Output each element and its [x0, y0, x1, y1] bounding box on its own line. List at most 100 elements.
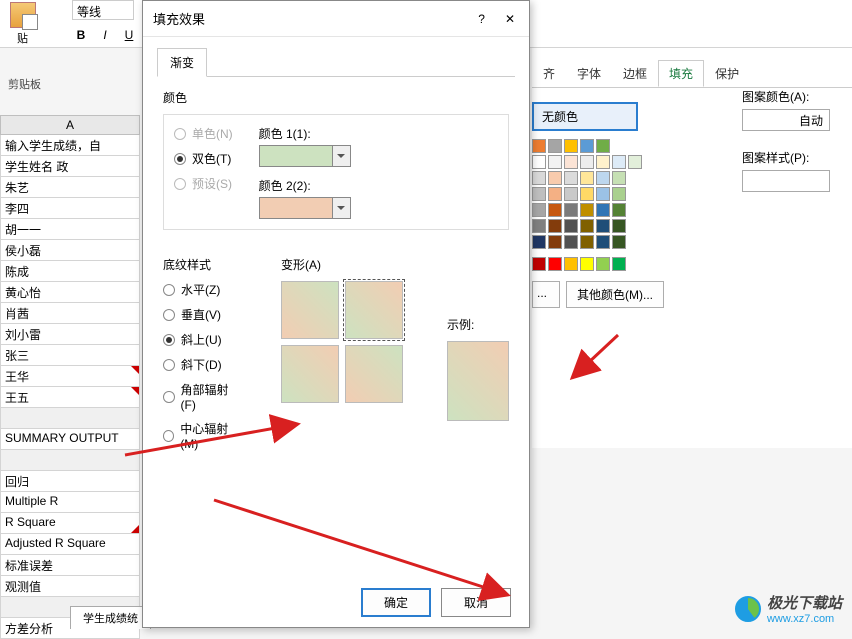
cell[interactable]: 学生姓名 政 — [0, 156, 140, 177]
cell[interactable]: 肖茜 — [0, 303, 140, 324]
color-swatch[interactable] — [596, 257, 610, 271]
color-swatch[interactable] — [580, 187, 594, 201]
color-swatch[interactable] — [612, 187, 626, 201]
cell[interactable]: 李四 — [0, 198, 140, 219]
color-swatch[interactable] — [612, 235, 626, 249]
help-button[interactable]: ? — [474, 12, 489, 26]
color-swatch[interactable] — [612, 155, 626, 169]
cell[interactable]: 侯小磊 — [0, 240, 140, 261]
color-swatch[interactable] — [580, 203, 594, 217]
color-swatch[interactable] — [580, 155, 594, 169]
color-swatch[interactable] — [564, 219, 578, 233]
cell[interactable]: 输入学生成绩，自 — [0, 135, 140, 156]
color-swatch[interactable] — [612, 171, 626, 185]
color-swatch[interactable] — [596, 219, 610, 233]
cell[interactable]: 张三 — [0, 345, 140, 366]
variant-1[interactable] — [281, 281, 339, 339]
color-swatch[interactable] — [548, 203, 562, 217]
sheet-tab[interactable]: 学生成绩统 — [70, 606, 151, 629]
gradient-tab[interactable]: 渐变 — [157, 48, 207, 77]
color-swatch[interactable] — [596, 203, 610, 217]
other-colors-button[interactable]: 其他颜色(M)... — [566, 281, 664, 308]
color-swatch[interactable] — [564, 257, 578, 271]
color-swatch[interactable] — [532, 187, 546, 201]
color-swatch[interactable] — [532, 257, 546, 271]
color-swatch[interactable] — [564, 155, 578, 169]
radio-diagonal-up[interactable]: 斜上(U) — [163, 331, 241, 348]
radio-from-corner[interactable]: 角部辐射(F) — [163, 381, 241, 412]
pattern-color-combo[interactable]: 自动 — [742, 109, 830, 131]
color-swatch[interactable] — [580, 171, 594, 185]
color1-combo[interactable] — [259, 145, 351, 167]
cell[interactable] — [0, 450, 140, 471]
color-swatch[interactable] — [580, 235, 594, 249]
cell[interactable]: 观测值 — [0, 576, 140, 597]
variant-2[interactable] — [345, 281, 403, 339]
cell[interactable] — [0, 408, 140, 429]
italic-button[interactable]: I — [96, 26, 114, 44]
color-swatch[interactable] — [532, 155, 546, 169]
cell[interactable]: 刘小雷 — [0, 324, 140, 345]
cell[interactable]: Multiple R — [0, 492, 140, 513]
color-swatch[interactable] — [548, 155, 562, 169]
color-swatch[interactable] — [548, 139, 562, 153]
pattern-style-combo[interactable] — [742, 170, 830, 192]
color-swatch[interactable] — [532, 235, 546, 249]
format-tab-填充[interactable]: 填充 — [658, 60, 704, 87]
color-swatch[interactable] — [548, 257, 562, 271]
color-swatch[interactable] — [548, 219, 562, 233]
format-tab-齐[interactable]: 齐 — [532, 60, 566, 87]
no-color-option[interactable]: 无颜色 — [532, 102, 638, 131]
color-swatch[interactable] — [564, 235, 578, 249]
color-swatch[interactable] — [612, 219, 626, 233]
cell[interactable]: SUMMARY OUTPUT — [0, 429, 140, 450]
font-name-combo[interactable]: 等线 — [72, 0, 134, 20]
variant-3[interactable] — [281, 345, 339, 403]
radio-vertical[interactable]: 垂直(V) — [163, 306, 241, 323]
bold-button[interactable]: B — [72, 26, 90, 44]
color-swatch[interactable] — [596, 171, 610, 185]
cell[interactable]: 回归 — [0, 471, 140, 492]
radio-horizontal[interactable]: 水平(Z) — [163, 281, 241, 298]
color-swatch[interactable] — [532, 171, 546, 185]
color-swatch[interactable] — [548, 171, 562, 185]
column-header-a[interactable]: A — [0, 115, 140, 135]
cell[interactable]: R Square — [0, 513, 140, 534]
color-swatch[interactable] — [596, 235, 610, 249]
color-swatch[interactable] — [612, 257, 626, 271]
color-swatch[interactable] — [612, 203, 626, 217]
cell[interactable]: 王华 — [0, 366, 140, 387]
color-swatch[interactable] — [548, 187, 562, 201]
color-swatch[interactable] — [596, 187, 610, 201]
cell[interactable]: 王五 — [0, 387, 140, 408]
ok-button[interactable]: 确定 — [361, 588, 431, 617]
fill-effects-button[interactable]: ... — [532, 281, 560, 308]
color-swatch[interactable] — [564, 187, 578, 201]
color-swatch[interactable] — [564, 203, 578, 217]
color-swatch[interactable] — [548, 235, 562, 249]
cancel-button[interactable]: 取消 — [441, 588, 511, 617]
cell[interactable]: 陈成 — [0, 261, 140, 282]
cell[interactable]: 标准误差 — [0, 555, 140, 576]
format-tab-边框[interactable]: 边框 — [612, 60, 658, 87]
paste-button[interactable]: 贴 — [0, 0, 45, 45]
color-swatch[interactable] — [580, 139, 594, 153]
color-swatch[interactable] — [628, 155, 642, 169]
color-swatch[interactable] — [580, 257, 594, 271]
color-swatch[interactable] — [532, 219, 546, 233]
color-swatch[interactable] — [580, 219, 594, 233]
variant-4[interactable] — [345, 345, 403, 403]
radio-from-center[interactable]: 中心辐射(M) — [163, 420, 241, 451]
color-swatch[interactable] — [564, 139, 578, 153]
close-button[interactable]: ✕ — [501, 12, 519, 26]
dialog-titlebar[interactable]: 填充效果 ? ✕ — [143, 1, 529, 37]
format-tab-字体[interactable]: 字体 — [566, 60, 612, 87]
color-swatch[interactable] — [564, 171, 578, 185]
underline-button[interactable]: U — [120, 26, 138, 44]
cell[interactable]: 黄心怡 — [0, 282, 140, 303]
radio-two-color[interactable]: 双色(T) — [174, 150, 233, 167]
color-swatch[interactable] — [596, 139, 610, 153]
cell[interactable]: 胡一一 — [0, 219, 140, 240]
color2-combo[interactable] — [259, 197, 351, 219]
cell[interactable]: 朱艺 — [0, 177, 140, 198]
